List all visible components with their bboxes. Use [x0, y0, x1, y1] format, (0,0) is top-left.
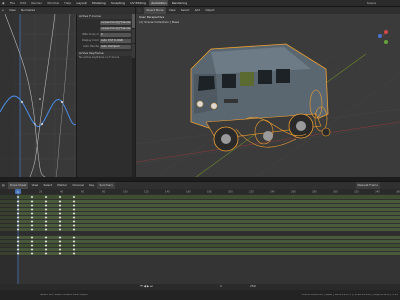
ruler-tick-label: 120	[144, 190, 149, 194]
ruler-tick-label: 320	[354, 190, 359, 194]
dopesheet-channel-menu[interactable]: Channel	[70, 182, 85, 189]
workspace-tab-layout[interactable]: Layout	[75, 0, 89, 6]
viewport-object-menu[interactable]: Object	[203, 7, 216, 14]
ruler-tick-label: 220	[249, 190, 254, 194]
viewport-scene[interactable]	[136, 14, 400, 177]
viewport-add-menu[interactable]: Add	[193, 7, 202, 14]
auto-handle-field[interactable]: Auto Handle Auto Clamped	[79, 44, 131, 49]
keyframe-point[interactable]	[39, 98, 41, 100]
workspace-tab-uv-editing[interactable]: UV Editing	[128, 0, 148, 6]
van-model[interactable]	[190, 43, 331, 152]
frame-end-field[interactable]: 250	[250, 285, 256, 288]
dopesheet-key-menu[interactable]: Key	[87, 182, 96, 189]
editor-type-icon[interactable]: ⬚	[136, 7, 143, 14]
keyframe-point[interactable]	[61, 101, 63, 103]
status-stats: Scene Collection | Base | Verts:29,671 |…	[301, 294, 398, 296]
graph-sidebar: Active F-Curve carpaint.body["blender.pa…	[76, 14, 133, 177]
editor-type-icon[interactable]: ▤	[0, 182, 7, 189]
no-active-keyframe-text: No active keyframe on F-Curve	[79, 56, 120, 59]
graph-editor-header: ⌂ View Normalize	[0, 7, 135, 14]
fcurve-path-field[interactable]: carpaint.body["blender.paint"].Color	[79, 20, 131, 25]
editor-type-icon[interactable]: ⌂	[0, 7, 6, 14]
menu-edit[interactable]: Edit	[18, 0, 28, 6]
scene-selector[interactable]: Scene	[365, 0, 378, 6]
license-plate	[224, 99, 238, 103]
dopesheet-view-menu[interactable]: View	[30, 182, 41, 189]
interior-seat	[240, 72, 254, 86]
tab-modifiers[interactable]	[132, 29, 135, 43]
workspace-tab-sculpting[interactable]: Sculpting	[109, 0, 127, 6]
tab-view[interactable]	[132, 44, 135, 58]
viewport-select-menu[interactable]: Select	[179, 7, 192, 14]
ruler-tick-label: 180	[207, 190, 212, 194]
ruler-tick-label: 100	[123, 190, 128, 194]
keyframe-point[interactable]	[41, 123, 43, 125]
status-hints: Select Box Select Rotate View Object	[40, 294, 89, 296]
graph-view-menu[interactable]: View	[7, 7, 18, 14]
viewport-header: ⬚ Object Mode View Select Add Object	[136, 7, 400, 14]
sidebar-tabs	[132, 14, 135, 177]
windshield	[198, 76, 215, 91]
menu-render[interactable]: Render	[29, 0, 44, 6]
snap-mode-dropdown[interactable]: Nearest Frame	[355, 182, 380, 189]
ruler-tick-label: 20	[39, 190, 43, 194]
object-mode-dropdown[interactable]: Object Mode	[143, 7, 166, 14]
ruler-tick-label: 300	[333, 190, 338, 194]
menu-window[interactable]: Window	[45, 0, 61, 6]
out-of-range-region	[0, 14, 20, 177]
menu-help[interactable]: Help	[62, 0, 73, 6]
ruler-tick-label: 280	[312, 190, 317, 194]
ruler-tick-label: 140	[165, 190, 170, 194]
workspace-tab-rendering[interactable]: Rendering	[170, 0, 189, 6]
ruler-tick-label: 200	[228, 190, 233, 194]
headlight	[210, 102, 218, 110]
dopesheet-marker-menu[interactable]: Marker	[55, 182, 69, 189]
graph-canvas[interactable]	[0, 14, 78, 177]
ruler-tick-label: 260	[291, 190, 296, 194]
summary-filter[interactable]: Summary	[97, 182, 116, 189]
ruler-tick-label: 160	[186, 190, 191, 194]
viewport-nav-buttons[interactable]	[391, 51, 397, 71]
menu-file[interactable]: File	[8, 0, 17, 6]
dopesheet-mode-dropdown[interactable]: Dope Sheet	[7, 182, 29, 189]
ruler-tick-label: 360	[396, 190, 400, 194]
current-frame-label: 1	[17, 190, 19, 194]
status-bar: Select Box Select Rotate View Object Sce…	[0, 290, 400, 300]
frame-start-field[interactable]: 1	[220, 285, 222, 288]
dopesheet-area[interactable]: 0204060801001201401601802002202402602803…	[0, 189, 400, 289]
workspace-tab-modeling[interactable]: Modeling	[90, 0, 108, 6]
navigation-gizmo[interactable]	[378, 30, 388, 44]
rna-array-index-field[interactable]: RNA Array In 0	[79, 32, 131, 37]
workspace-tab-animation[interactable]: Animation	[149, 0, 169, 6]
top-menu-bar: ◉ File Edit Render Window Help Layout Mo…	[0, 0, 400, 7]
active-fcurve-panel-header[interactable]: Active F-Curve	[77, 14, 133, 19]
keyframe-point[interactable]	[34, 123, 36, 125]
ruler-tick-label: 340	[375, 190, 380, 194]
side-window	[222, 74, 236, 88]
normalize-toggle[interactable]: Normalize	[19, 7, 37, 14]
ruler-tick-label: 60	[81, 190, 85, 194]
playback-buttons[interactable]: ⏮ ◀ ▶ ⏭	[140, 285, 153, 288]
ruler-tick-label: 80	[102, 190, 106, 194]
viewport-view-menu[interactable]: View	[167, 7, 178, 14]
display-color-field[interactable]: Display Color Auto XYZ to RGB	[79, 38, 131, 43]
fcurve-channel-field[interactable]: carpaint.body["blender.paint"].Color.a	[79, 26, 131, 31]
headlight	[196, 100, 204, 108]
ruler-tick-label: 240	[270, 190, 275, 194]
ruler-tick-label: 40	[60, 190, 64, 194]
keyframe-point[interactable]	[21, 101, 23, 103]
blender-logo-icon[interactable]: ◉	[0, 0, 7, 6]
tab-fcurve[interactable]	[132, 14, 135, 28]
dopesheet-select-menu[interactable]: Select	[41, 182, 54, 189]
